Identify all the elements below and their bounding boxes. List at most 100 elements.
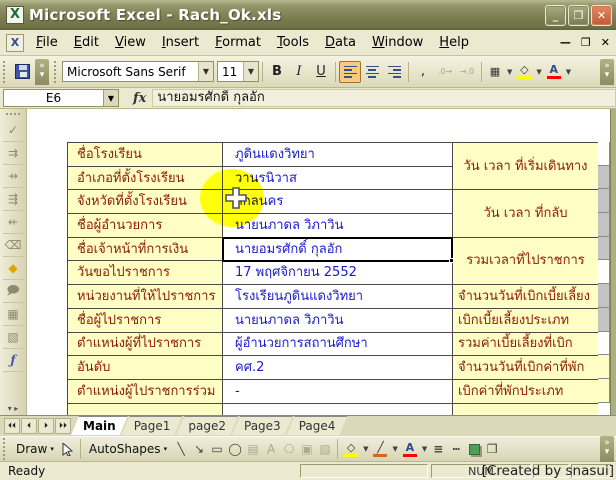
diagram-icon[interactable]: ⎔	[280, 440, 298, 458]
comma-style-button[interactable]: ,	[412, 61, 434, 83]
vertical-toolbar-grip[interactable]	[6, 113, 20, 115]
chevron-down-icon[interactable]: ▼	[564, 68, 573, 76]
formatting-toolbar-overflow-button[interactable]: »▾	[600, 59, 614, 85]
dash-style-icon[interactable]: ┅	[447, 440, 465, 458]
chevron-down-icon[interactable]: ▼	[243, 62, 258, 81]
close-button[interactable]: ✕	[591, 5, 612, 26]
right-label[interactable]: จำนวนวันที่เบิกเบี้ยเลี้ยง	[453, 285, 598, 309]
tab-scroll-next-button[interactable]: ⏵	[38, 418, 54, 434]
remove-all-arrows-icon[interactable]: ⌫	[3, 234, 24, 257]
sliver-cell[interactable]	[598, 260, 610, 284]
row-value[interactable]: -	[223, 380, 453, 404]
minimize-button[interactable]: _	[545, 5, 566, 26]
row-value[interactable]	[223, 404, 453, 415]
row-value[interactable]: นายนภาดล วิภาวิน	[223, 214, 453, 238]
draw-menu-button[interactable]: Draw▾	[11, 440, 59, 458]
sheet-tab-page3[interactable]: Page3	[232, 416, 293, 435]
right-label[interactable]: วัน เวลา ที่กลับ	[453, 190, 598, 237]
drawing-toolbar-grip[interactable]	[3, 438, 8, 460]
chevron-down-icon[interactable]: ▼	[103, 90, 118, 106]
borders-button[interactable]: ▦	[485, 61, 505, 83]
line-style-icon[interactable]: ≡	[429, 440, 447, 458]
chevron-down-icon[interactable]: ▼	[361, 445, 370, 453]
rectangle-tool-icon[interactable]: ▭	[208, 440, 226, 458]
underline-button[interactable]: U	[310, 61, 332, 83]
selected-cell[interactable]: นายอมรศักดิ์ กุลอัก	[223, 238, 453, 262]
sheet-canvas[interactable]: ชื่อโรงเรียน ภูดินแดงวิทยา วัน เวลา ที่เ…	[27, 109, 610, 415]
row-value[interactable]: คศ.2	[223, 356, 453, 380]
sheet-restore-button[interactable]: ❐	[581, 36, 591, 49]
row-value[interactable]: โรงเรียนภูดินแดงวิทยา	[223, 285, 453, 309]
right-label[interactable]: เบิกเบี้ยเลี้ยงประเภท	[453, 309, 598, 333]
right-label[interactable]: เบิกค่าที่พักประเภท	[453, 380, 598, 404]
menu-window[interactable]: Window	[364, 31, 431, 54]
chevron-down-icon[interactable]: ▼	[198, 62, 213, 81]
oval-tool-icon[interactable]: ◯	[226, 440, 244, 458]
row-label[interactable]: ชื่อโรงเรียน	[68, 143, 223, 167]
sheet-tab-page4[interactable]: Page4	[287, 416, 348, 435]
standard-toolbar-overflow-button[interactable]: »▾	[35, 59, 49, 85]
align-left-button[interactable]	[339, 61, 361, 83]
row-label[interactable]: จังหวัดที่ตั้งโรงเรียน	[68, 190, 223, 214]
decrease-decimal-button[interactable]: →.0	[456, 61, 478, 83]
sliver-cell[interactable]	[598, 213, 610, 237]
arrow-tool-icon[interactable]: ↘	[190, 440, 208, 458]
formatting-toolbar-grip[interactable]	[54, 61, 59, 83]
menu-help[interactable]: Help	[431, 31, 477, 54]
row-label[interactable]	[68, 404, 223, 415]
row-value[interactable]: ผู้อำนวยการสถานศึกษา	[223, 333, 453, 357]
row-label[interactable]: ชื่อเจ้าหน้าที่การเงิน	[68, 238, 223, 262]
menu-format[interactable]: Format	[207, 31, 269, 54]
sliver-cell[interactable]	[598, 332, 610, 356]
row-label[interactable]: ชื่อผู้ไปราชการ	[68, 309, 223, 333]
evaluate-formula-icon[interactable]: ƒ	[3, 349, 24, 372]
standard-toolbar-grip[interactable]	[3, 61, 8, 83]
sliver-cell[interactable]	[598, 308, 610, 332]
audit-mode-icon[interactable]: ✓	[3, 119, 24, 142]
trace-dependents-icon[interactable]: ⇶	[3, 188, 24, 211]
tab-scroll-first-button[interactable]: ⏴⏴	[4, 418, 20, 434]
chevron-down-icon[interactable]: ▼	[390, 445, 399, 453]
row-label[interactable]: อำเภอที่ตั้งโรงเรียน	[68, 167, 223, 191]
sheet-tab-main[interactable]: Main	[71, 416, 128, 435]
right-label[interactable]: รวมเวลาที่ไปราชการ	[453, 238, 598, 285]
row-label[interactable]: ชื่อผู้อำนวยการ	[68, 214, 223, 238]
threed-style-icon[interactable]: ❒	[483, 440, 501, 458]
sliver-cell[interactable]	[598, 355, 610, 379]
font-name-select[interactable]: Microsoft Sans Serif ▼	[62, 61, 214, 82]
menu-file[interactable]: File	[28, 31, 66, 54]
menu-tools[interactable]: Tools	[269, 31, 317, 54]
chevron-down-icon[interactable]: ▼	[420, 445, 429, 453]
row-value[interactable]: นายนภาดล วิภาวิน	[223, 309, 453, 333]
shadow-style-icon[interactable]	[465, 440, 483, 458]
autoshapes-menu-button[interactable]: AutoShapes▾	[84, 440, 172, 458]
wordart-icon[interactable]: A	[260, 438, 281, 459]
right-label[interactable]: วัน เวลา ที่เริ่มเดินทาง	[453, 143, 598, 190]
menu-insert[interactable]: Insert	[154, 31, 207, 54]
remove-dependent-arrows-icon[interactable]: ⇷	[3, 211, 24, 234]
fill-color-button[interactable]: ◇	[514, 61, 534, 83]
line-color-button[interactable]: ╱	[370, 438, 390, 460]
menu-view[interactable]: View	[107, 31, 154, 54]
italic-button[interactable]: I	[288, 61, 310, 83]
row-value[interactable]: ภูดินแดงวิทยา	[223, 143, 453, 167]
sheet-tab-page1[interactable]: Page1	[122, 416, 183, 435]
sliver-cell[interactable]	[598, 142, 610, 166]
drawing-toolbar-overflow-button[interactable]: »▾	[600, 436, 614, 462]
show-formulas-icon[interactable]: ▧	[3, 326, 24, 349]
menu-edit[interactable]: Edit	[66, 31, 107, 54]
line-tool-icon[interactable]: ╲	[172, 440, 190, 458]
align-center-button[interactable]	[361, 61, 383, 83]
sheet-minimize-button[interactable]: —	[560, 36, 571, 49]
chevron-down-icon[interactable]: ▼	[505, 68, 514, 76]
row-label[interactable]: วันขอไปราชการ	[68, 261, 223, 285]
align-right-button[interactable]	[383, 61, 405, 83]
row-label[interactable]: หน่วยงานที่ให้ไปราชการ	[68, 285, 223, 309]
select-objects-icon[interactable]	[59, 440, 77, 458]
sliver-cell[interactable]	[598, 284, 610, 308]
insert-picture-icon[interactable]: ▨	[316, 440, 334, 458]
remove-precedent-arrows-icon[interactable]: ⇸	[3, 165, 24, 188]
clip-art-icon[interactable]: ▣	[298, 440, 316, 458]
row-value[interactable]: วานรนิวาส	[223, 167, 453, 191]
menu-data[interactable]: Data	[317, 31, 364, 54]
